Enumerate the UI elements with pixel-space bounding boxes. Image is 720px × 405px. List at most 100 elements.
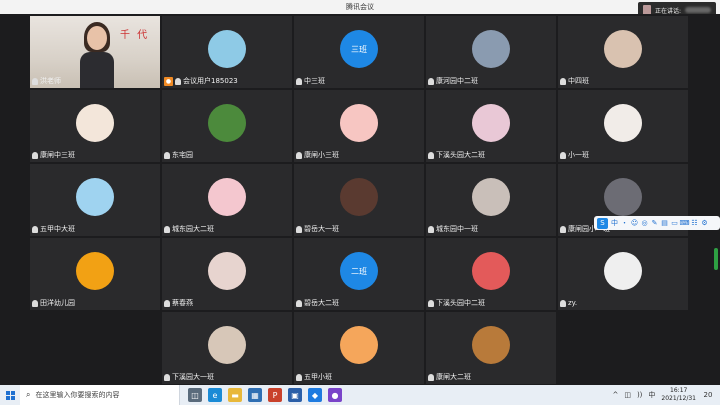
- mic-icon: [175, 77, 181, 85]
- participant-tile[interactable]: 康闸中三班: [30, 90, 160, 162]
- app-icon[interactable]: ▣: [288, 388, 302, 402]
- ime-toolbar-icon[interactable]: ⚙: [701, 219, 708, 227]
- mic-icon: [32, 225, 38, 233]
- participant-tile[interactable]: 中四班: [558, 16, 688, 88]
- participant-name-bar: zy.: [560, 298, 577, 308]
- participant-name-bar: 康河园中二班: [428, 76, 478, 86]
- store-icon[interactable]: ▦: [248, 388, 262, 402]
- tray-icon[interactable]: ◫: [624, 391, 631, 399]
- mic-icon: [560, 225, 566, 233]
- ime-toolbar-icon[interactable]: ・: [621, 219, 628, 227]
- participant-name: 中四班: [568, 77, 589, 85]
- participant-name: 中三班: [304, 77, 325, 85]
- participant-tile[interactable]: 千 代洪老师: [30, 16, 160, 88]
- participant-tile[interactable]: 五甲小班: [294, 312, 424, 384]
- participant-tile[interactable]: 东宅园: [162, 90, 292, 162]
- mic-icon: [560, 77, 566, 85]
- participant-avatar: [208, 104, 246, 142]
- participant-avatar: [604, 178, 642, 216]
- ime-toolbar-icon[interactable]: ☺: [631, 219, 638, 227]
- ime-toolbar-icon[interactable]: ⌨: [679, 219, 689, 227]
- participant-name: 小一班: [568, 151, 589, 159]
- powerpoint-icon[interactable]: P: [268, 388, 282, 402]
- mic-icon: [164, 151, 170, 159]
- participant-name-bar: 小一班: [560, 150, 589, 160]
- participant-name-bar: 下溪头园大二班: [428, 150, 485, 160]
- participant-name: 蔡春燕: [172, 299, 193, 307]
- windows-logo-icon: [5, 390, 15, 400]
- ime-toolbar-icon[interactable]: ✎: [651, 219, 658, 227]
- participant-name: 康闸大二班: [436, 373, 471, 381]
- participant-tile[interactable]: 康闸大二班: [426, 312, 556, 384]
- participant-avatar: [208, 178, 246, 216]
- participant-tile[interactable]: 下溪头园大二班: [426, 90, 556, 162]
- participant-tile[interactable]: 五甲中大班: [30, 164, 160, 236]
- window-title: 腾讯会议: [346, 3, 374, 11]
- taskbar-search[interactable]: ⌕ 在这里输入你要搜索的内容: [20, 385, 180, 405]
- mic-icon: [296, 151, 302, 159]
- floating-ime-toolbar[interactable]: S 中・ ☺ ◎ ✎ ▤ ▭ ⌨ ☷ ⚙: [594, 216, 720, 230]
- ime-toolbar-icon[interactable]: ▤: [661, 219, 668, 227]
- participant-tile[interactable]: 下溪头园中二班: [426, 238, 556, 310]
- task-view-icon[interactable]: ◫: [188, 388, 202, 402]
- participant-tile[interactable]: 康闸小三班: [294, 90, 424, 162]
- participant-avatar: [604, 30, 642, 68]
- participant-name-bar: 城东园大二班: [164, 224, 214, 234]
- clock-time: 16:17: [670, 387, 688, 394]
- tray-icon[interactable]: )): [637, 391, 642, 399]
- tray-icon[interactable]: ^: [612, 391, 618, 399]
- participant-tile[interactable]: 城东园大二班: [162, 164, 292, 236]
- ime-toolbar-icon[interactable]: ▭: [671, 219, 678, 227]
- participant-avatar: [76, 104, 114, 142]
- participant-avatar: [76, 178, 114, 216]
- scrollbar-thumb[interactable]: [714, 248, 718, 270]
- participant-avatar: [340, 178, 378, 216]
- participant-tile[interactable]: 下溪园大一班: [162, 312, 292, 384]
- participant-name-bar: 下溪头园中二班: [428, 298, 485, 308]
- clock[interactable]: 16:17 2021/12/31: [661, 387, 696, 403]
- participant-tile[interactable]: 康河园中二班: [426, 16, 556, 88]
- mic-icon: [560, 299, 566, 307]
- participant-tile[interactable]: 碧岳大一班: [294, 164, 424, 236]
- tray-icon[interactable]: 中: [648, 390, 655, 400]
- mic-icon: [32, 151, 38, 159]
- meeting-icon[interactable]: ◆: [308, 388, 322, 402]
- participant-name: 五甲小班: [304, 373, 332, 381]
- mic-icon: [560, 151, 566, 159]
- participant-avatar: [472, 178, 510, 216]
- participant-name: 康河园中二班: [436, 77, 478, 85]
- start-button[interactable]: [0, 385, 20, 405]
- taskbar: ⌕ 在这里输入你要搜索的内容 ◫ e ▬ ▦ P ▣ ◆ ● ^ ◫)) 中 16:17 2021…: [0, 385, 720, 405]
- participant-tile[interactable]: 田洋幼儿园: [30, 238, 160, 310]
- mic-icon: [296, 299, 302, 307]
- participant-name-bar: 五甲中大班: [32, 224, 75, 234]
- edge-icon[interactable]: e: [208, 388, 222, 402]
- mic-icon: [164, 225, 170, 233]
- ime-toolbar-icon[interactable]: ☷: [691, 219, 698, 227]
- notification-icon[interactable]: 20: [702, 389, 714, 401]
- ime-toolbar-icon[interactable]: 中: [611, 219, 618, 227]
- participant-tile[interactable]: 三班 中三班: [294, 16, 424, 88]
- mic-icon: [164, 299, 170, 307]
- participant-name-bar: 碧岳大一班: [296, 224, 339, 234]
- media-icon[interactable]: ●: [328, 388, 342, 402]
- participant-tile[interactable]: zy.: [558, 238, 688, 310]
- participant-name-bar: 五甲小班: [296, 372, 332, 382]
- participant-avatar: [340, 104, 378, 142]
- participant-tile[interactable]: 城东园中一班: [426, 164, 556, 236]
- avatar-text: 二班: [351, 266, 367, 276]
- ime-badge[interactable]: S: [597, 217, 608, 229]
- participant-name: zy.: [568, 299, 578, 307]
- participant-name-bar: 康闸大二班: [428, 372, 471, 382]
- system-tray: ^ ◫)) 中 16:17 2021/12/31 20: [612, 387, 720, 403]
- mic-icon: [164, 373, 170, 381]
- participant-tile[interactable]: 蔡春燕: [162, 238, 292, 310]
- ime-toolbar-icon[interactable]: ◎: [641, 219, 648, 227]
- mic-icon: [428, 225, 434, 233]
- participant-tile[interactable]: 小一班: [558, 90, 688, 162]
- participant-tile[interactable]: ● 会议用户185023: [162, 16, 292, 88]
- explorer-icon[interactable]: ▬: [228, 388, 242, 402]
- participant-tile[interactable]: 二班 碧岳大二班: [294, 238, 424, 310]
- mic-icon: [296, 77, 302, 85]
- mic-icon: [296, 373, 302, 381]
